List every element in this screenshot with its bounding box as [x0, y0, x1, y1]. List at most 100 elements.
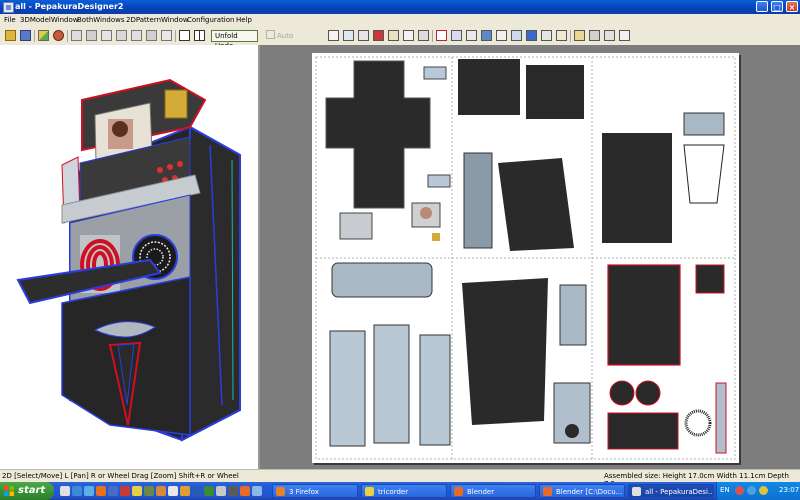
join-icon[interactable]: [101, 30, 112, 41]
toolbar-separator: [67, 30, 68, 42]
task-firefox[interactable]: 3 Firefox: [272, 484, 358, 498]
task-blender-docs[interactable]: Blender [C:\Docu...: [539, 484, 625, 498]
fold-line-icon[interactable]: [418, 30, 429, 41]
export-icon[interactable]: [619, 30, 630, 41]
close-button[interactable]: ×: [786, 1, 798, 12]
folder-icon: [365, 487, 374, 496]
blender-quicklaunch-icon[interactable]: [240, 486, 250, 496]
menu-file[interactable]: File: [4, 16, 16, 25]
task-tricorder[interactable]: tricorder: [361, 484, 447, 498]
system-tray: EN 23:07: [716, 482, 800, 500]
task-label: Blender [C:\Docu...: [556, 488, 623, 496]
language-indicator[interactable]: EN: [720, 486, 730, 494]
auto-checkbox-label: Auto: [277, 32, 294, 40]
toolbar-separator: [34, 30, 35, 42]
select-icon[interactable]: [328, 30, 339, 41]
app-quicklaunch-icon-4[interactable]: [216, 486, 226, 496]
split-window-icon[interactable]: [194, 30, 205, 41]
task-label: tricorder: [378, 488, 409, 496]
pattern-sheet: [312, 53, 739, 463]
clock: 23:07: [779, 486, 800, 494]
tray-app-icon[interactable]: [735, 486, 744, 495]
menu-configuration[interactable]: Configuration: [187, 16, 234, 25]
app-quicklaunch-icon-2[interactable]: [144, 486, 154, 496]
toolbar-separator: [432, 30, 433, 42]
menu-help[interactable]: Help: [236, 16, 252, 25]
auto-checkbox[interactable]: Auto: [263, 30, 296, 42]
paint-icon[interactable]: [373, 30, 384, 41]
cut-icon[interactable]: [116, 30, 127, 41]
tray-security-icon[interactable]: [759, 486, 768, 495]
minimize-button[interactable]: _: [756, 1, 768, 12]
notepad-icon[interactable]: [168, 486, 178, 496]
app-quicklaunch-icon-6[interactable]: [252, 486, 262, 496]
tray-network-icon[interactable]: [747, 486, 756, 495]
layout-icon[interactable]: [541, 30, 552, 41]
2d-pattern-window[interactable]: [260, 45, 800, 469]
app-quicklaunch-icon-3[interactable]: [180, 486, 190, 496]
app-quicklaunch-icon-5[interactable]: [228, 486, 238, 496]
flap-icon[interactable]: [131, 30, 142, 41]
grid-icon[interactable]: [466, 30, 477, 41]
windows-flag-icon: [4, 486, 14, 496]
start-label: start: [18, 485, 46, 496]
task-label: Blender: [467, 488, 495, 496]
print-preview-icon[interactable]: [574, 30, 585, 41]
page-icon[interactable]: [526, 30, 537, 41]
status-mode-hint: 2D [Select/Move] L [Pan] R or Wheel Drag…: [2, 472, 239, 480]
task-pepakura[interactable]: all - PepakuraDesi...: [628, 484, 714, 498]
firefox-icon: [276, 487, 285, 496]
app-quicklaunch-icon[interactable]: [120, 486, 130, 496]
start-button[interactable]: start: [0, 482, 54, 500]
print-icon[interactable]: [589, 30, 600, 41]
maximize-button[interactable]: □: [771, 1, 783, 12]
blender-icon: [454, 487, 463, 496]
toolbar-separator: [175, 30, 176, 42]
material-icon[interactable]: [53, 30, 64, 41]
title-bar: all - PepakuraDesigner2 _ □ ×: [0, 0, 800, 14]
folder-icon[interactable]: [132, 486, 142, 496]
app-icon[interactable]: [3, 2, 14, 13]
undo-icon[interactable]: [556, 30, 567, 41]
settings-icon[interactable]: [604, 30, 615, 41]
window-title: all - PepakuraDesigner2: [15, 2, 124, 11]
texture-map-icon[interactable]: [481, 30, 492, 41]
text-icon[interactable]: [496, 30, 507, 41]
taskbar: start 3 Firefox tricorder Blender Blende…: [0, 482, 800, 500]
task-blender[interactable]: Blender: [450, 484, 536, 498]
status-bar: 2D [Select/Move] L [Pan] R or Wheel Drag…: [0, 469, 800, 488]
jukebox-3d-model[interactable]: [0, 45, 258, 469]
pepakura-icon: [632, 487, 641, 496]
zoom-icon[interactable]: [146, 30, 157, 41]
explorer-icon[interactable]: [108, 486, 118, 496]
arrange-icon[interactable]: [436, 30, 447, 41]
menu-2dpatternwindow[interactable]: 2DPatternWindow: [126, 16, 189, 25]
join-edge-icon[interactable]: [403, 30, 414, 41]
flap-edit-icon[interactable]: [451, 30, 462, 41]
excel-icon[interactable]: [204, 486, 214, 496]
messenger-icon[interactable]: [84, 486, 94, 496]
unfold-undo-button[interactable]: Unfold Undo: [211, 30, 258, 50]
move-icon[interactable]: [86, 30, 97, 41]
menu-bothwindows[interactable]: BothWindows: [77, 16, 125, 25]
image-icon[interactable]: [511, 30, 522, 41]
firefox-quicklaunch-icon[interactable]: [156, 486, 166, 496]
pattern-parts[interactable]: [312, 53, 739, 463]
auto-checkbox-box[interactable]: [266, 30, 275, 39]
pan-icon[interactable]: [343, 30, 354, 41]
word-icon[interactable]: [192, 486, 202, 496]
edge-icon[interactable]: [161, 30, 172, 41]
texture-icon[interactable]: [38, 30, 49, 41]
rotate-part-icon[interactable]: [388, 30, 399, 41]
blender-icon: [543, 487, 552, 496]
ie-icon[interactable]: [72, 486, 82, 496]
zoom-fit-icon[interactable]: [358, 30, 369, 41]
3d-model-window[interactable]: [0, 45, 260, 469]
media-player-icon[interactable]: [96, 486, 106, 496]
show-desktop-icon[interactable]: [60, 486, 70, 496]
single-window-icon[interactable]: [179, 30, 190, 41]
menu-3dmodelwindow[interactable]: 3DModelWindow: [20, 16, 78, 25]
save-icon[interactable]: [20, 30, 31, 41]
open-icon[interactable]: [5, 30, 16, 41]
rotate-icon[interactable]: [71, 30, 82, 41]
